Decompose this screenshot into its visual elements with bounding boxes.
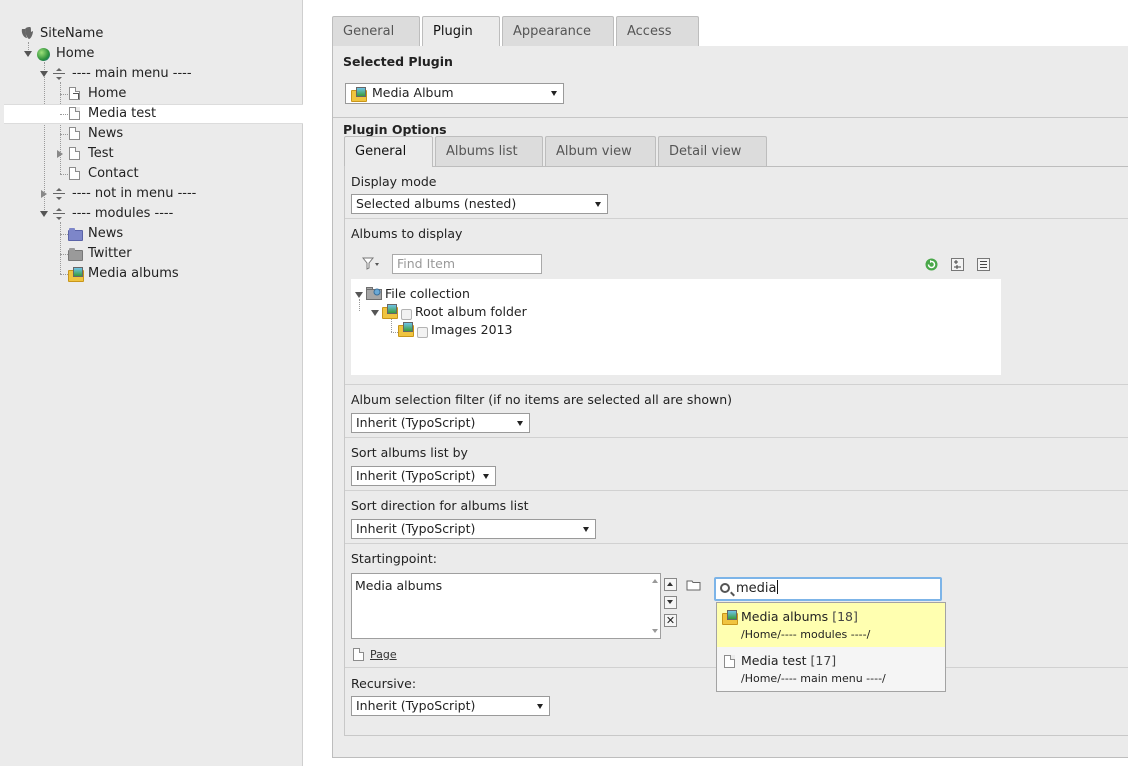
- tree-node-file-collection[interactable]: File collection: [385, 286, 470, 301]
- globe-icon: [37, 48, 50, 61]
- album-folder-icon: [398, 322, 414, 337]
- tree-item-modules[interactable]: ---- modules ----: [72, 204, 173, 224]
- suggestion-media-test[interactable]: Media test [17] /Home/---- main menu ---…: [717, 647, 945, 691]
- tree-item-test[interactable]: Test: [88, 144, 114, 164]
- page-icon: [69, 107, 80, 120]
- remove-button[interactable]: ✕: [664, 614, 677, 627]
- file-collection-icon: [366, 287, 382, 300]
- collapse-all-icon[interactable]: [977, 258, 990, 271]
- tree-item-main-menu[interactable]: ---- main menu ----: [72, 64, 192, 84]
- display-mode-select[interactable]: Selected albums (nested): [351, 194, 608, 214]
- plugin-tab-panel: Selected Plugin Media Album Plugin Optio…: [332, 46, 1128, 758]
- media-folder-icon: [722, 610, 738, 625]
- tab-plugin[interactable]: Plugin: [422, 16, 500, 47]
- options-tab-general[interactable]: General: [344, 136, 433, 167]
- startingpoint-selected-item[interactable]: Media albums: [355, 578, 442, 593]
- filter-icon[interactable]: [362, 257, 380, 270]
- tree-item-media-albums[interactable]: Media albums: [88, 264, 179, 284]
- separator-icon: [53, 208, 65, 220]
- tab-access[interactable]: Access: [616, 16, 699, 46]
- root-album-checkbox[interactable]: [401, 309, 412, 320]
- page-icon: [69, 167, 80, 180]
- options-tab-album-view[interactable]: Album view: [545, 136, 656, 166]
- media-album-icon: [351, 87, 367, 102]
- folder-news-icon: [68, 228, 83, 241]
- sort-direction-select[interactable]: Inherit (TypoScript): [351, 519, 596, 539]
- expand-toggle-test[interactable]: [57, 150, 63, 158]
- list-scrollbar[interactable]: [650, 574, 660, 638]
- suggestion-media-albums[interactable]: Media albums [18] /Home/---- modules ---…: [717, 603, 945, 647]
- startingpoint-selected-list[interactable]: Media albums: [351, 573, 661, 639]
- tab-appearance[interactable]: Appearance: [502, 16, 614, 46]
- tree-item-home-shortcut[interactable]: Home: [88, 84, 126, 104]
- expand-toggle-file-collection[interactable]: [355, 292, 363, 298]
- page-icon: [724, 655, 735, 668]
- media-folder-icon: [68, 267, 84, 282]
- expand-toggle-home[interactable]: [24, 51, 32, 57]
- tree-site-root[interactable]: SiteName: [40, 24, 103, 44]
- find-item-input[interactable]: Find Item: [392, 254, 542, 274]
- recursive-label: Recursive:: [351, 676, 417, 691]
- plugin-select[interactable]: Media Album: [345, 83, 564, 104]
- tree-item-news[interactable]: News: [88, 124, 123, 144]
- expand-toggle-main-menu[interactable]: [40, 71, 48, 77]
- display-mode-label: Display mode: [351, 174, 437, 189]
- albums-to-display-label: Albums to display: [351, 226, 463, 241]
- expand-toggle-root-album[interactable]: [371, 310, 379, 316]
- album-filter-label: Album selection filter (if no items are …: [351, 392, 733, 407]
- tree-item-media-test[interactable]: Media test: [88, 104, 156, 124]
- sort-by-select[interactable]: Inherit (TypoScript): [351, 466, 496, 486]
- options-tab-albums-list[interactable]: Albums list: [435, 136, 543, 166]
- tree-item-news-folder[interactable]: News: [88, 224, 123, 244]
- options-tab-detail-view[interactable]: Detail view: [658, 136, 767, 166]
- shortcut-page-icon: [69, 87, 80, 100]
- expand-all-icon[interactable]: [951, 258, 964, 271]
- move-down-button[interactable]: [664, 596, 677, 609]
- tree-node-images-2013[interactable]: Images 2013: [431, 322, 512, 337]
- folder-browse-icon[interactable]: [686, 578, 701, 591]
- separator-icon: [53, 68, 65, 80]
- tree-item-twitter[interactable]: Twitter: [88, 244, 132, 264]
- plugin-options-header: Plugin Options: [343, 122, 447, 137]
- tree-item-home[interactable]: Home: [56, 44, 94, 64]
- album-folder-icon: [382, 304, 398, 319]
- search-icon: [720, 583, 730, 593]
- startingpoint-search-input[interactable]: media: [714, 577, 942, 601]
- recursive-select[interactable]: Inherit (TypoScript): [351, 696, 550, 716]
- sort-direction-label: Sort direction for albums list: [351, 498, 529, 513]
- tree-item-contact[interactable]: Contact: [88, 164, 139, 184]
- page-tree: SiteName Home ---- main menu ---- Home M…: [0, 0, 303, 766]
- refresh-icon[interactable]: [925, 258, 938, 271]
- selected-plugin-header: Selected Plugin: [343, 54, 453, 69]
- page-link[interactable]: Page: [370, 648, 397, 661]
- expand-toggle-modules[interactable]: [40, 211, 48, 217]
- sort-by-label: Sort albums list by: [351, 445, 468, 460]
- expand-toggle-not-in-menu[interactable]: [41, 190, 47, 198]
- tab-general[interactable]: General: [332, 16, 420, 46]
- album-filter-select[interactable]: Inherit (TypoScript): [351, 413, 530, 433]
- page-icon: [353, 648, 364, 661]
- images-2013-checkbox[interactable]: [417, 327, 428, 338]
- folder-icon: [68, 248, 83, 261]
- tree-node-root-album-folder[interactable]: Root album folder: [415, 304, 527, 319]
- startingpoint-label: Startingpoint:: [351, 551, 437, 566]
- typo3-logo-icon: [21, 27, 33, 39]
- tree-item-not-in-menu[interactable]: ---- not in menu ----: [72, 184, 196, 204]
- search-suggestions: Media albums [18] /Home/---- modules ---…: [716, 602, 946, 692]
- page-icon: [69, 147, 80, 160]
- move-up-button[interactable]: [664, 578, 677, 591]
- plugin-options-panel: Display mode Selected albums (nested) Al…: [344, 166, 1128, 736]
- separator-icon: [53, 188, 65, 200]
- page-icon: [69, 127, 80, 140]
- albums-tree: File collection Root album folder Images…: [351, 279, 1001, 375]
